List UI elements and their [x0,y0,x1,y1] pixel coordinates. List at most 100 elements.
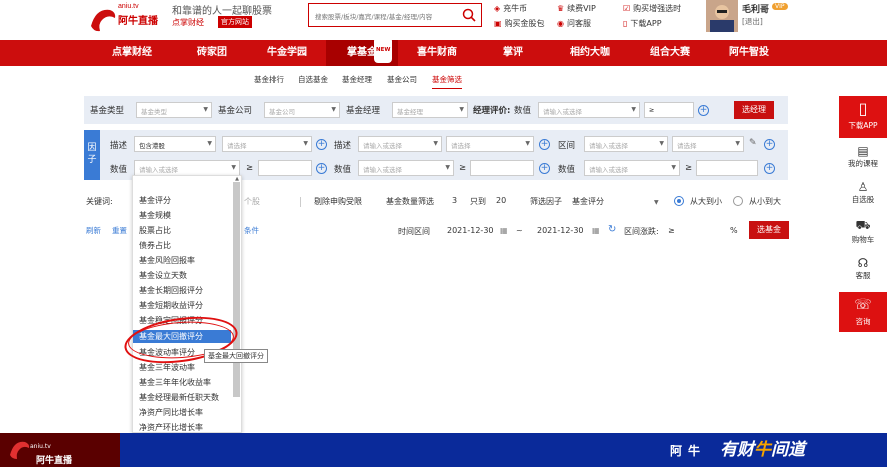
company-select[interactable]: 基金公司 ▼ [264,102,340,118]
add-condition-icon[interactable]: + [316,139,327,150]
nav-item-zhuanjiatuan[interactable]: 砖家团 [176,40,248,66]
manager-select[interactable]: 基金经理 ▼ [392,102,468,118]
fund-type-select[interactable]: 基金类型 ▼ [136,102,212,118]
list-item[interactable]: 基金规模 [139,210,171,221]
only-value[interactable]: 20 [496,196,506,205]
value-input-1[interactable] [258,160,312,176]
desc-select-1[interactable]: 包含港股 ▼ [134,136,216,152]
refresh-link[interactable]: 刷新 [86,225,101,236]
exclude-restricted-toggle[interactable]: 剔除申购受限 [314,196,362,207]
avatar-image [706,0,738,32]
search-icon[interactable] [462,8,476,22]
desc-option-select-1[interactable]: 请选择 ▼ [222,136,312,152]
search-box[interactable]: 搜索股票/板块/嘉宾/课程/基金/经理/内容 [308,3,482,27]
list-item[interactable]: 基金评分 [139,195,171,206]
user-name[interactable]: 毛利哥 [742,2,769,15]
add-condition-icon[interactable]: + [764,163,775,174]
nav-item-zhangjijin[interactable]: 掌基金 NEW [326,37,398,66]
customer-service-link[interactable]: ◉ 问客服 [557,18,591,29]
date-to[interactable]: 2021-12-30 [537,226,584,235]
select-fund-button[interactable]: 选基金 [749,221,789,239]
change-label: 区间涨跌: [624,227,659,236]
logout-link[interactable]: [退出] [742,16,763,27]
nav-item-niujin[interactable]: 牛金学园 [248,40,326,66]
list-item[interactable]: 基金经理最新任职天数 [139,392,219,403]
list-item[interactable]: 基金三年年化收益率 [139,377,211,388]
vip-icon: ♛ [557,4,565,13]
subnav-managers[interactable]: 基金经理 [342,74,372,85]
buy-timing-link[interactable]: ☑ 购买增强选时 [623,3,681,14]
reset-link[interactable]: 重置 [112,225,127,236]
nav-item-zhangping[interactable]: 掌评 [476,40,550,66]
list-item[interactable]: 基金风险回报率 [139,255,195,266]
interval-option-select[interactable]: 请选择 ▼ [672,136,744,152]
sidebar-item-cart[interactable]: ⛟ 购物车 [839,218,887,246]
value-input-3[interactable] [696,160,758,176]
conditions-link[interactable]: 条件 [244,225,259,236]
search-placeholder: 搜索股票/板块/嘉宾/课程/基金/经理/内容 [315,13,433,21]
coin-icon: ◈ [494,4,501,13]
chevron-down-icon: ▼ [445,164,450,171]
buy-stock-pack-link[interactable]: ▣ 购买金股包 [494,18,545,29]
sort-asc-radio[interactable] [733,196,743,206]
value-select-2[interactable]: 请输入或选择 ▼ [358,160,454,176]
chevron-down-icon: ▼ [459,106,464,113]
nav-item-zhitou[interactable]: 阿牛智投 [710,40,788,66]
chevron-down-icon: ▼ [207,140,212,147]
sidebar-item-service[interactable]: ☊ 客服 [839,256,887,284]
list-item[interactable]: 基金设立天数 [139,270,187,281]
subnav-watchlist[interactable]: 自选基金 [298,74,328,85]
factor-select[interactable]: 基金评分 ▼ [572,196,659,207]
edit-icon[interactable]: ✎ [749,138,757,148]
list-item[interactable]: 基金短期收益评分 [139,300,203,311]
calendar-icon[interactable]: ▦ [500,226,508,235]
download-app-link[interactable]: ▯ 下载APP [623,18,662,29]
sidebar-item-download-app[interactable]: ▯ 下载APP [839,96,887,138]
add-condition-icon[interactable]: + [764,139,775,150]
date-from[interactable]: 2021-12-30 [447,226,494,235]
rating-value-select[interactable]: 请输入或选择 ▼ [538,102,640,118]
nav-item-zuhe[interactable]: 组合大赛 [630,40,710,66]
desc-select-2[interactable]: 请输入或选择 ▼ [358,136,442,152]
sidebar-item-consult[interactable]: ☏ 咨询 [839,292,887,332]
renew-vip-link[interactable]: ♛ 续费VIP [557,3,596,14]
desc-option-select-2[interactable]: 请选择 ▼ [446,136,534,152]
nav-item-dianzhang[interactable]: 点掌财经 [88,40,176,66]
select-manager-button[interactable]: 选经理 [734,101,774,119]
rating-min-input[interactable]: ≥ [644,102,694,118]
list-item[interactable]: 基金三年波动率 [139,362,195,373]
subnav-screener[interactable]: 基金筛选 [432,74,462,89]
avatar[interactable] [706,0,738,32]
bull-logo-icon[interactable] [88,4,118,34]
calendar-icon[interactable]: ▦ [592,226,600,235]
recharge-link[interactable]: ◈ 充牛币 [494,3,527,14]
sort-desc-radio[interactable] [674,196,684,206]
logo-text[interactable]: 阿牛直播 [118,12,158,27]
nav-item-xiniu[interactable]: 喜牛财商 [398,40,476,66]
scroll-up-icon[interactable]: ▲ [235,176,239,182]
sidebar-item-my-courses[interactable]: ▤ 我的课程 [839,144,887,172]
fund-count-value[interactable]: 3 [452,196,457,205]
list-item[interactable]: 净资产同比增长率 [139,407,203,418]
subnav-companies[interactable]: 基金公司 [387,74,417,85]
add-condition-icon[interactable]: + [316,163,327,174]
list-item[interactable]: 债券占比 [139,240,171,251]
interval-select[interactable]: 请输入或选择 ▼ [584,136,668,152]
value-select-3[interactable]: 请输入或选择 ▼ [584,160,680,176]
sort-desc-label: 从大到小 [690,197,722,206]
add-condition-icon[interactable]: + [539,163,550,174]
dropdown-scrollbar[interactable] [233,182,240,397]
sub-brand[interactable]: 点掌财经 [172,17,204,28]
value-input-2[interactable] [470,160,534,176]
subnav-ranking[interactable]: 基金排行 [254,74,284,85]
nav-item-xiangyue[interactable]: 相约大咖 [550,40,630,66]
value-select-1[interactable]: 请输入或选择 ▼ [134,160,240,176]
sidebar-item-watchlist[interactable]: ♙ 自选股 [839,180,887,208]
factor-dropdown[interactable]: ▲ 基金评分 基金规模 股票占比 债券占比 基金风险回报率 基金设立天数 基金长… [132,175,242,433]
add-condition-icon[interactable]: + [698,105,709,116]
list-item[interactable]: 基金长期回报评分 [139,285,203,296]
refresh-icon[interactable]: ↻ [608,224,616,235]
list-item[interactable]: 股票占比 [139,225,171,236]
add-condition-icon[interactable]: + [539,139,550,150]
list-item[interactable]: 净资产环比增长率 [139,422,203,433]
